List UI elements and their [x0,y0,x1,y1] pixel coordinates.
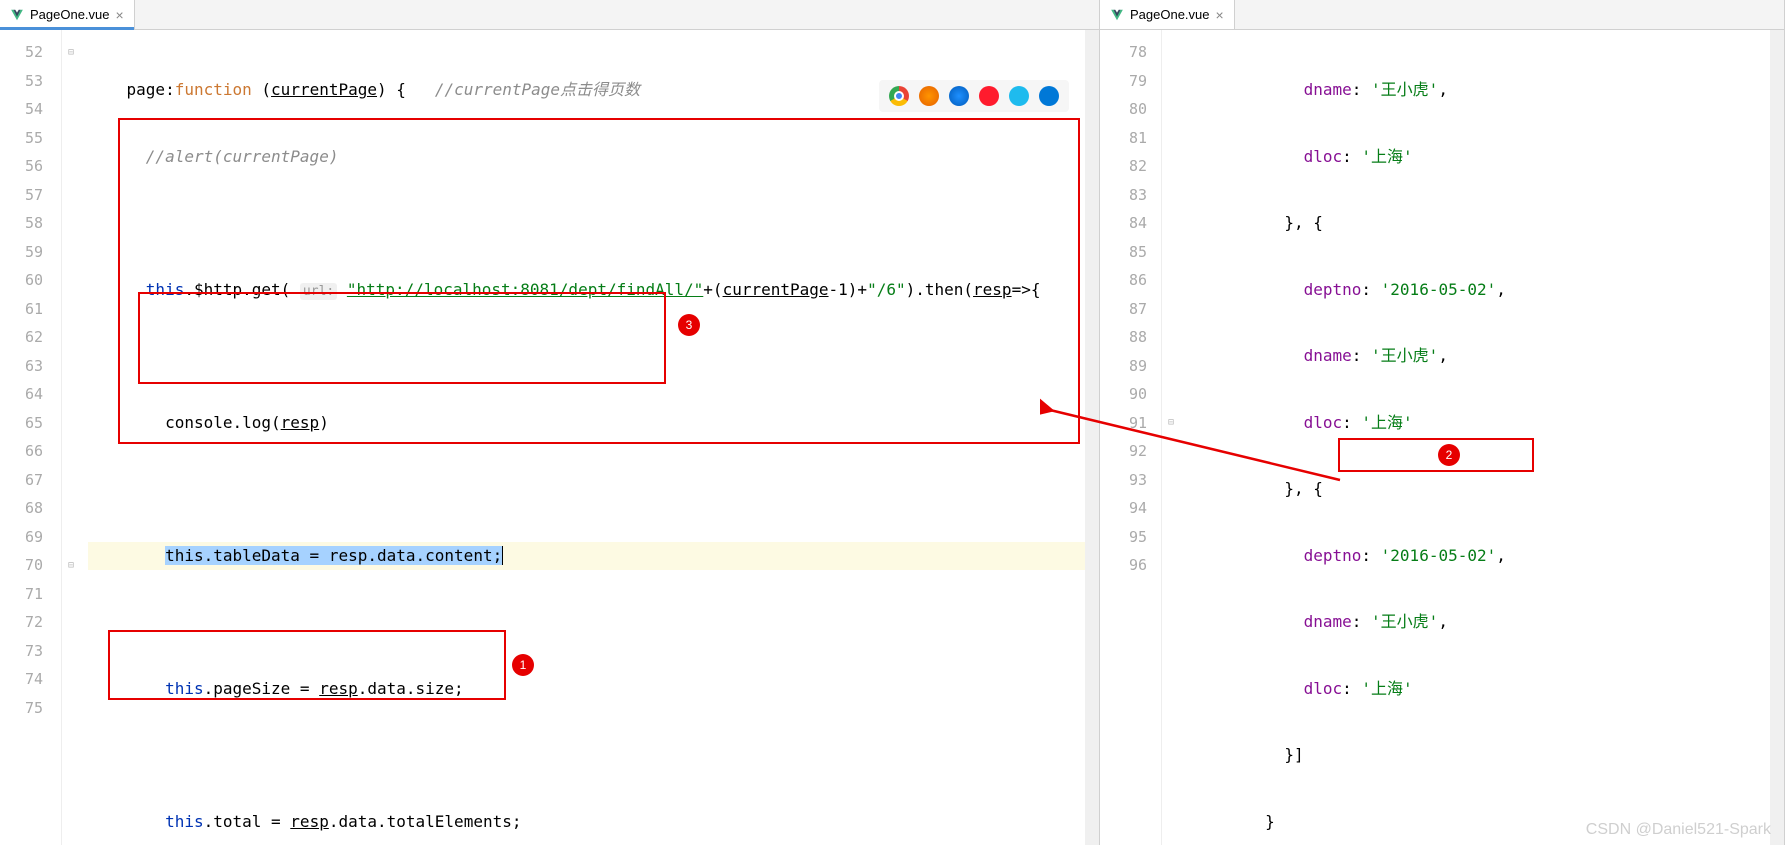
fold-column-left: ⊟⊟ [62,30,80,845]
scrollbar-right[interactable] [1770,30,1784,845]
annotation-badge-2: 2 [1438,444,1460,466]
opera-icon[interactable] [979,86,999,106]
fold-column-right: ⊟ [1162,30,1180,845]
browser-icon-bar [879,80,1069,112]
editor-body-right: 78798081828384858687888990919293949596 ⊟… [1100,30,1784,845]
annotation-badge-3: 3 [678,314,700,336]
annotation-box-2 [1338,438,1534,472]
tab-pageone-left[interactable]: PageOne.vue × [0,0,135,29]
chrome-icon[interactable] [889,86,909,106]
editor-body-left: 5253545556575859606162636465666768697071… [0,30,1099,845]
tab-label: PageOne.vue [1130,7,1210,22]
close-icon[interactable]: × [1216,7,1224,23]
tabs-left: PageOne.vue × [0,0,1099,30]
ie-icon[interactable] [1009,86,1029,106]
firefox-icon[interactable] [919,86,939,106]
tabs-right: PageOne.vue × [1100,0,1784,30]
watermark: CSDN @Daniel521-Spark [1586,821,1771,839]
vue-icon [1110,8,1124,22]
annotation-badge-1: 1 [512,654,534,676]
tab-label: PageOne.vue [30,7,110,22]
vue-icon [10,8,24,22]
safari-icon[interactable] [949,86,969,106]
code-area-left[interactable]: page:function (currentPage) { //currentP… [80,30,1099,845]
editor-pane-right: PageOne.vue × 78798081828384858687888990… [1100,0,1785,845]
gutter-left: 5253545556575859606162636465666768697071… [0,30,62,845]
code-area-right[interactable]: dname: '王小虎', dloc: '上海' }, { deptno: '2… [1180,30,1784,845]
gutter-right: 78798081828384858687888990919293949596 [1100,30,1162,845]
tab-pageone-right[interactable]: PageOne.vue × [1100,0,1235,29]
scrollbar-left[interactable] [1085,30,1099,845]
edge-icon[interactable] [1039,86,1059,106]
close-icon[interactable]: × [116,7,124,23]
editor-pane-left: PageOne.vue × 52535455565758596061626364… [0,0,1100,845]
